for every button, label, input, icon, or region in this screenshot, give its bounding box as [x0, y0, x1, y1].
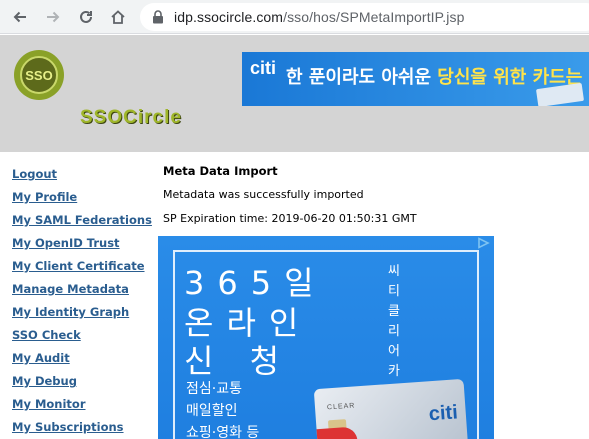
sidebar-item-my-openid-trust[interactable]: My OpenID Trust: [12, 236, 120, 250]
ad-subtext-3: 쇼핑·영화 등: [186, 425, 260, 439]
url-domain: idp.ssocircle.com: [174, 9, 284, 25]
ad-headline-3: 신 청: [184, 342, 293, 380]
forward-arrow-icon: [47, 11, 60, 23]
sidebar: Logout My Profile My SAML Federations My…: [8, 155, 152, 439]
card-label: CLEAR: [326, 402, 356, 412]
sidebar-item-logout[interactable]: Logout: [12, 167, 57, 181]
ad-card-image: CLEAR citi: [313, 378, 469, 439]
reload-icon: [80, 10, 92, 23]
page-title: Meta Data Import: [163, 164, 278, 178]
adchoices-icon[interactable]: [477, 237, 491, 249]
url-text[interactable]: idp.ssocircle.com/sso/hos/SPMetaImportIP…: [174, 9, 465, 25]
sidebar-item-manage-metadata[interactable]: Manage Metadata: [12, 282, 129, 296]
sidebar-item-my-monitor[interactable]: My Monitor: [12, 397, 86, 411]
home-icon: [111, 10, 125, 24]
url-path: /sso/hos/SPMetaImportIP.jsp: [283, 9, 465, 25]
banner-ad[interactable]: citi 한 푼이라도 아쉬운 당신을 위한 카드는: [242, 52, 589, 106]
display-ad[interactable]: 365일 온라인 신 청 점심·교통 매일할인 쇼핑·영화 등 씨티클리어카드 …: [158, 236, 494, 439]
ssocircle-logo[interactable]: SSO: [14, 50, 64, 100]
status-message: Metadata was successfully imported: [163, 188, 364, 201]
sidebar-item-my-client-certificate[interactable]: My Client Certificate: [12, 259, 145, 273]
sidebar-item-my-subscriptions[interactable]: My Subscriptions: [12, 420, 124, 434]
back-arrow-icon: [13, 11, 26, 23]
sidebar-item-my-saml-federations[interactable]: My SAML Federations: [12, 213, 152, 227]
sidebar-item-my-debug[interactable]: My Debug: [12, 374, 77, 388]
banner-text-before: 한 푼이라도 아쉬운: [286, 67, 438, 88]
address-bar[interactable]: idp.ssocircle.com/sso/hos/SPMetaImportIP…: [140, 3, 589, 31]
logo-wordmark[interactable]: SSOCircle: [80, 107, 182, 129]
sidebar-item-my-audit[interactable]: My Audit: [12, 351, 70, 365]
ad-subtext-1: 점심·교통: [186, 381, 242, 397]
logo-mark: SSO: [20, 56, 58, 94]
forward-button[interactable]: [43, 7, 63, 27]
ad-vertical-text: 씨티클리어카드: [388, 264, 400, 399]
sidebar-item-sso-check[interactable]: SSO Check: [12, 328, 81, 342]
logo-mark-text: SSO: [25, 67, 53, 83]
card-brand: citi: [428, 401, 459, 426]
lock-icon[interactable]: [152, 10, 164, 24]
browser-toolbar: idp.ssocircle.com/sso/hos/SPMetaImportIP…: [0, 0, 589, 34]
ad-subtext-2: 매일할인: [186, 403, 238, 419]
banner-brand: citi: [250, 58, 277, 78]
back-button[interactable]: [10, 7, 30, 27]
home-button[interactable]: [108, 7, 128, 27]
sidebar-item-my-identity-graph[interactable]: My Identity Graph: [12, 305, 129, 319]
banner-text: 한 푼이라도 아쉬운 당신을 위한 카드는: [286, 63, 582, 89]
reload-button[interactable]: [76, 7, 96, 27]
sidebar-item-my-profile[interactable]: My Profile: [12, 190, 77, 204]
card-accent: [316, 426, 359, 439]
expiration-time: SP Expiration time: 2019-06-20 01:50:31 …: [163, 212, 417, 225]
